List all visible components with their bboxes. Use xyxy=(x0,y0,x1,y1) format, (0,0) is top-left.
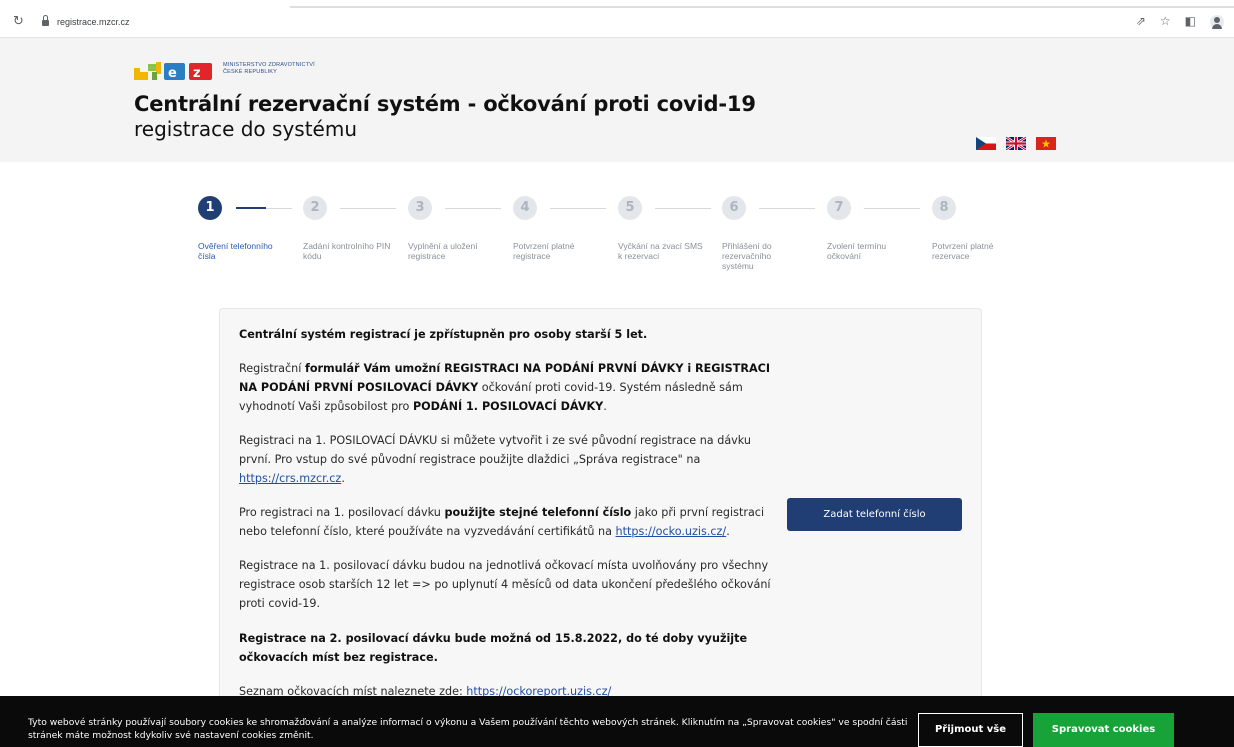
step-2-indicator: 2 xyxy=(303,196,327,220)
step-7-label: Zvolení termínu očkování xyxy=(827,241,887,261)
ocko-uzis-link[interactable]: https://ocko.uzis.cz/ xyxy=(616,525,727,538)
browser-address-bar[interactable]: ↻ registrace.mzcr.cz ⇗ ☆ ◧ xyxy=(0,8,1234,38)
step-1-label: Ověření telefonního čísla xyxy=(198,241,273,261)
bookmark-star-icon[interactable]: ☆ xyxy=(1160,14,1171,28)
step-connector xyxy=(864,208,920,209)
crs-link[interactable]: https://crs.mzcr.cz xyxy=(239,472,341,485)
info-paragraph-age: Centrální systém registrací je zpřístupn… xyxy=(239,325,784,344)
info-text: Registraci na 1. POSILOVACÍ DÁVKU si můž… xyxy=(239,434,752,466)
czech-flag-icon[interactable] xyxy=(976,137,996,150)
step-connector xyxy=(266,208,292,209)
info-age-text: Centrální systém registrací je zpřístupn… xyxy=(239,328,648,341)
step-3-label: Vyplnění a uložení registrace xyxy=(408,241,478,261)
step-8-indicator: 8 xyxy=(932,196,956,220)
share-icon[interactable]: ⇗ xyxy=(1136,14,1146,28)
info-bold-text: PODÁNÍ 1. POSILOVACÍ DÁVKY xyxy=(412,400,604,413)
ministry-name: MINISTERSTVO ZDRAVOTNICTVÍ ČESKÉ REPUBLI… xyxy=(223,62,315,76)
info-text: . xyxy=(726,525,730,538)
cookie-banner-text: Tyto webové stránky používají soubory co… xyxy=(28,717,908,741)
step-connector xyxy=(655,208,711,209)
info-second-booster-text: Registrace na 2. posilovací dávku bude m… xyxy=(239,632,748,664)
enter-phone-number-button[interactable]: Zadat telefonní číslo xyxy=(787,498,962,531)
mzcr-logo[interactable]: e z xyxy=(134,62,216,80)
step-4-label: Potvrzení platné registrace xyxy=(513,241,575,261)
browser-tabstrip xyxy=(0,0,1234,8)
language-switcher xyxy=(976,137,1056,150)
step-connector xyxy=(759,208,815,209)
info-paragraph-form: Registrační formulář Vám umožní REGISTRA… xyxy=(239,359,784,416)
step-5-label: Vyčkání na zvací SMS k rezervaci xyxy=(618,241,703,261)
step-connector xyxy=(550,208,606,209)
info-text: . xyxy=(603,400,607,413)
info-paragraph-second-booster: Registrace na 2. posilovací dávku bude m… xyxy=(239,629,784,667)
vietnam-flag-icon[interactable] xyxy=(1036,137,1056,150)
page-title: Centrální rezervační systém - očkování p… xyxy=(134,92,756,116)
step-6-label: Přihlášení do rezervačního systému xyxy=(722,241,772,271)
svg-text:z: z xyxy=(193,66,201,80)
info-paragraph-booster-release: Registrace na 1. posilovací dávku budou … xyxy=(239,559,771,610)
step-5-indicator: 5 xyxy=(618,196,642,220)
step-connector xyxy=(340,208,396,209)
page-subtitle: registrace do systému xyxy=(134,117,358,141)
lock-icon[interactable] xyxy=(42,15,49,26)
step-connector xyxy=(236,207,266,209)
reload-icon[interactable]: ↻ xyxy=(13,14,24,29)
manage-cookies-button[interactable]: Spravovat cookies xyxy=(1033,713,1174,747)
step-7-indicator: 7 xyxy=(827,196,851,220)
info-text: Pro registraci na 1. posilovací dávku xyxy=(239,506,445,519)
step-1-indicator: 1 xyxy=(198,196,222,220)
info-paragraph-phone-number: Pro registraci na 1. posilovací dávku po… xyxy=(239,503,784,541)
step-2-label: Zadání kontrolního PIN kódu xyxy=(303,241,391,261)
step-6-indicator: 6 xyxy=(722,196,746,220)
svg-text:e: e xyxy=(168,66,177,80)
uk-flag-icon[interactable] xyxy=(1006,137,1026,150)
info-text: Registrační xyxy=(239,362,305,375)
profile-avatar-icon[interactable] xyxy=(1210,15,1224,29)
step-4-indicator: 4 xyxy=(513,196,537,220)
step-3-indicator: 3 xyxy=(408,196,432,220)
step-connector xyxy=(445,208,501,209)
step-8-label: Potvrzení platné rezervace xyxy=(932,241,994,261)
info-text: . xyxy=(341,472,345,485)
info-paragraph-original-registration: Registraci na 1. POSILOVACÍ DÁVKU si můž… xyxy=(239,431,784,488)
url-text[interactable]: registrace.mzcr.cz xyxy=(57,17,130,27)
info-bold-text: použijte stejné telefonní číslo xyxy=(444,506,632,519)
accept-all-cookies-button[interactable]: Přijmout vše xyxy=(918,713,1023,747)
side-panel-icon[interactable]: ◧ xyxy=(1185,14,1196,28)
ministry-line-2: ČESKÉ REPUBLIKY xyxy=(223,69,278,75)
ministry-line-1: MINISTERSTVO ZDRAVOTNICTVÍ xyxy=(223,62,315,68)
